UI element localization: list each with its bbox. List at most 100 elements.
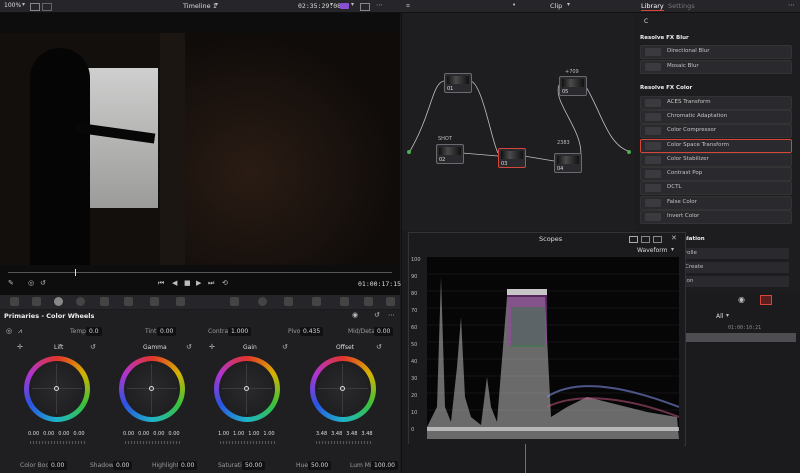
value-b[interactable]: 1.00 [263, 431, 274, 437]
value-y[interactable]: 0.00 [123, 431, 134, 437]
eyedropper-icon[interactable]: ✎ [8, 279, 14, 287]
rgb-mixer-icon[interactable] [100, 297, 109, 306]
section-resolve-fx-color[interactable]: Resolve FX Color [640, 85, 692, 91]
zoom-select[interactable]: 100% [4, 2, 21, 9]
skip-end-button[interactable]: ⏭ [208, 279, 214, 288]
window-icon[interactable] [258, 297, 267, 306]
close-icon[interactable]: ✕ [671, 234, 677, 242]
qualifier-icon[interactable] [230, 297, 239, 306]
pivot-field[interactable]: 0.435 [300, 327, 324, 336]
tracker-icon[interactable] [284, 297, 293, 306]
value-g[interactable]: 0.00 [153, 431, 164, 437]
more-icon[interactable]: ⋯ [788, 1, 795, 9]
key-icon[interactable] [364, 297, 373, 306]
chevron-down-icon[interactable]: ▾ [671, 246, 674, 253]
fx-item[interactable]: Invert Color [640, 210, 792, 224]
curves-icon[interactable] [150, 297, 159, 306]
highlights-field[interactable]: 0.00 [178, 461, 198, 470]
lummix-field[interactable]: 100.00 [371, 461, 398, 470]
panel-divider[interactable] [401, 13, 402, 473]
layout-single-icon[interactable] [629, 236, 638, 243]
master-wheel-gamma[interactable] [125, 441, 181, 444]
temp-field[interactable]: 0.0 [86, 327, 102, 336]
motion-effects-icon[interactable] [124, 297, 133, 306]
camera-raw-icon[interactable] [10, 297, 19, 306]
value-g[interactable]: 3.48 [346, 431, 357, 437]
section-partial[interactable]: ulation [683, 236, 705, 242]
reset-icon[interactable]: ↺ [374, 311, 380, 319]
gain-wheel[interactable] [214, 356, 280, 422]
node-05[interactable]: 05 [559, 76, 587, 96]
node-02[interactable]: 02 [436, 144, 464, 164]
tab-library[interactable]: Library [641, 2, 664, 11]
more-icon[interactable]: ⋯ [388, 311, 395, 319]
playhead-handle[interactable] [75, 269, 76, 276]
chevron-down-icon[interactable]: ▾ [567, 1, 570, 8]
value-g[interactable]: 0.00 [58, 431, 69, 437]
audio-icon[interactable]: ◎ [28, 279, 34, 287]
fx-item[interactable]: ACES Transform [640, 96, 792, 110]
wheel-handle[interactable] [54, 386, 59, 391]
dualscreen-icon[interactable] [340, 3, 349, 9]
fx-item[interactable]: Create [683, 262, 789, 273]
reset-icon[interactable]: ↺ [376, 343, 382, 351]
skip-start-button[interactable]: ⏮ [158, 279, 164, 288]
reset-icon[interactable]: ↺ [186, 343, 192, 351]
filter-select[interactable]: All [716, 313, 723, 320]
layout-dual-icon[interactable] [641, 236, 650, 243]
node-04[interactable]: 04 [554, 153, 582, 173]
master-wheel-lift[interactable] [30, 441, 86, 444]
value-y[interactable]: 1.00 [218, 431, 229, 437]
wheel-handle[interactable] [244, 386, 249, 391]
eye-icon[interactable]: ◉ [738, 295, 745, 304]
tab-settings[interactable]: Settings [668, 2, 695, 10]
offset-wheel[interactable] [310, 356, 376, 422]
value-r[interactable]: 3.48 [331, 431, 342, 437]
color-match-icon[interactable] [32, 297, 41, 306]
highlight-icon[interactable] [360, 3, 370, 11]
value-y[interactable]: 3.48 [316, 431, 327, 437]
middetail-field[interactable]: 0.00 [374, 327, 394, 336]
master-wheel-offset[interactable] [316, 441, 372, 444]
fx-item[interactable]: False Color [640, 196, 792, 210]
master-wheel-gain[interactable] [220, 441, 276, 444]
output-node-dot[interactable] [627, 150, 631, 154]
viewer-layout-icon[interactable] [30, 3, 40, 11]
reset-all-icon[interactable]: ◉ [352, 311, 358, 319]
chevron-down-icon[interactable]: ▾ [22, 1, 25, 8]
contrast-field[interactable]: 1.000 [228, 327, 252, 336]
wheel-handle[interactable] [149, 386, 154, 391]
chevron-down-icon[interactable]: ▾ [330, 1, 333, 8]
primaries-mode-icon[interactable]: ◎ [6, 327, 12, 335]
primaries-bars-icon[interactable]: ⩘ [18, 327, 22, 336]
node-graph-icon[interactable]: ⌗ [406, 2, 410, 11]
scrubber-track[interactable] [8, 272, 392, 273]
magic-mask-icon[interactable] [312, 297, 321, 306]
blur-icon[interactable] [340, 297, 349, 306]
value-r[interactable]: 0.00 [138, 431, 149, 437]
colorboost-field[interactable]: 0.00 [48, 461, 68, 470]
fx-item[interactable]: ion [683, 276, 789, 287]
reset-icon[interactable]: ↺ [90, 343, 96, 351]
chevron-down-icon[interactable]: ▾ [726, 312, 729, 319]
value-g[interactable]: 1.00 [248, 431, 259, 437]
hue-field[interactable]: 50.00 [308, 461, 332, 470]
shadows-field[interactable]: 0.00 [113, 461, 133, 470]
clip-flag-button[interactable] [760, 295, 772, 305]
lift-wheel[interactable] [24, 356, 90, 422]
value-b[interactable]: 0.00 [168, 431, 179, 437]
reset-icon[interactable]: ↺ [282, 343, 288, 351]
value-b[interactable]: 3.48 [361, 431, 372, 437]
picker-icon[interactable]: ✛ [209, 343, 215, 351]
layout-quad-icon[interactable] [653, 236, 662, 243]
node-03[interactable]: 03 [498, 148, 526, 168]
saturation-field[interactable]: 50.00 [242, 461, 266, 470]
timeline-clip[interactable] [684, 333, 796, 342]
value-r[interactable]: 1.00 [233, 431, 244, 437]
wheel-handle[interactable] [340, 386, 345, 391]
fx-item[interactable]: Chromatic Adaptation [640, 110, 792, 124]
input-node-dot[interactable] [407, 150, 411, 154]
sizing-icon[interactable] [386, 297, 395, 306]
fx-item[interactable]: Color Compressor [640, 124, 792, 138]
picker-icon[interactable]: ✛ [17, 343, 23, 351]
